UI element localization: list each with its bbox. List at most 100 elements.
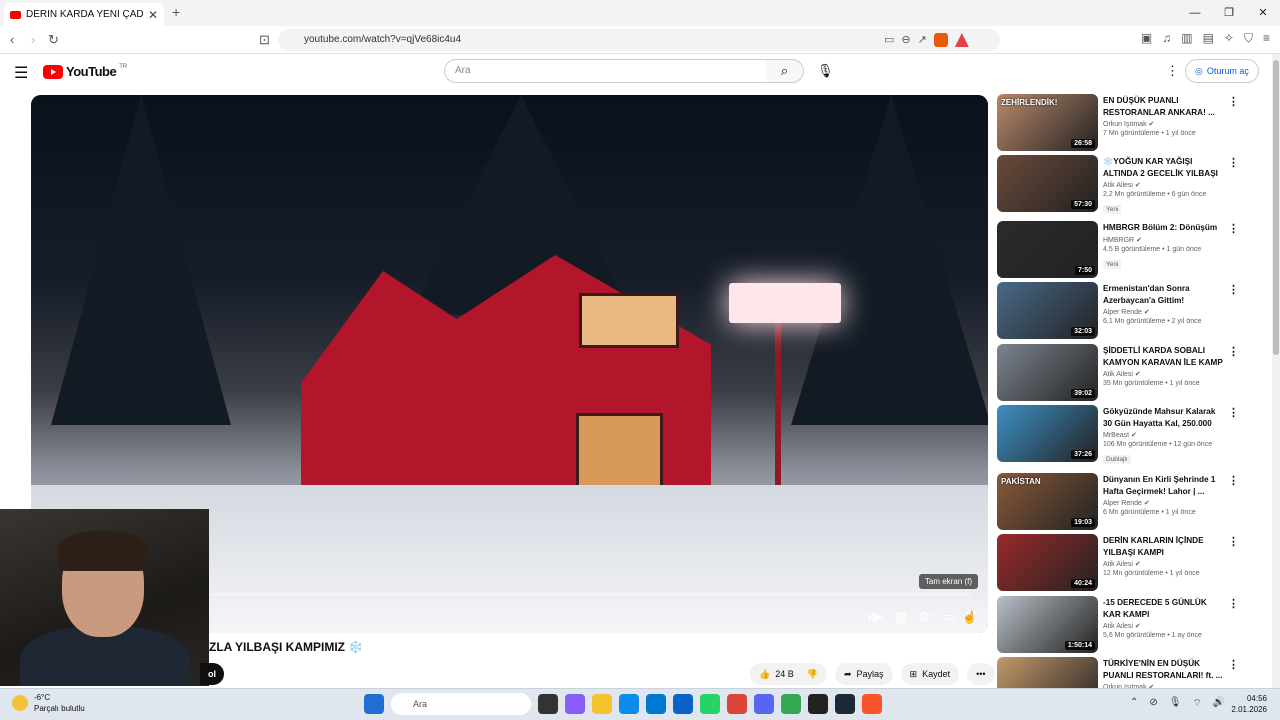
bookmark-icon[interactable]: ⊡ [259,32,270,48]
recommendation-item[interactable]: 57:30 ❄️YOĞUN KAR YAĞIŞI ALTINDA 2 GECEL… [997,155,1247,214]
windows-start-icon[interactable] [364,694,384,714]
steam-icon[interactable] [835,694,855,714]
brave-rewards-icon[interactable] [954,33,969,47]
chrome-profile-icon[interactable] [781,694,801,714]
weather-widget[interactable]: -6°C Parçalı bulutlu [12,692,85,714]
more-options-icon[interactable]: ⋮ [1228,535,1239,548]
tray-overflow-icon[interactable]: ⌃ [1130,697,1138,710]
signin-button[interactable]: ◎ Oturum aç [1185,59,1259,83]
recommendation-title[interactable]: -15 DERECEDE 5 GÜNLÜK KAR KAMPI [1103,597,1223,620]
file-explorer-icon[interactable] [592,694,612,714]
network-icon[interactable]: ⊘ [1149,697,1157,710]
recommendation-title[interactable]: Gökyüzünde Mahsur Kalarak 30 Gün Hayatta… [1103,406,1223,429]
more-options-icon[interactable]: ⋮ [1228,283,1239,296]
more-options-icon[interactable]: ⋮ [1228,222,1239,235]
recommendation-channel[interactable]: Atik Ailesi ✔ [1103,622,1223,630]
recommendation-item[interactable]: ZEHİRLENDİK! 26:58 EN DÜŞÜK PUANLI RESTO… [997,94,1247,152]
recommendation-channel[interactable]: Orkun Işıtmak ✔ [1103,120,1223,128]
leo-icon[interactable]: ✧ [1224,31,1234,46]
more-options-icon[interactable]: ⋮ [1228,658,1239,671]
save-button[interactable]: ⊞ Kaydet [900,663,960,685]
more-options-icon[interactable]: ⋮ [1228,156,1239,169]
edge-icon[interactable] [619,694,639,714]
recommendation-item[interactable]: 39:02 ŞİDDETLİ KARDA SOBALI KAMYON KARAV… [997,344,1247,402]
obs-icon[interactable] [808,694,828,714]
minimize-button[interactable]: — [1178,0,1212,26]
guide-menu-icon[interactable]: ☰ [14,63,28,83]
recommendation-channel[interactable]: Alper Rende ✔ [1103,308,1223,316]
recommendation-title[interactable]: EN DÜŞÜK PUANLI RESTORANLAR ANKARA! ... [1103,95,1223,118]
recommendation-title[interactable]: TÜRKİYE'NİN EN DÜŞÜK PUANLI RESTORANLARI… [1103,658,1223,681]
recommendation-item[interactable]: 32:03 Ermenistan'dan Sonra Azerbaycan'a … [997,282,1247,340]
theater-mode-icon[interactable]: ▭ [943,609,955,625]
close-window-button[interactable]: ✕ [1246,0,1280,26]
volume-icon[interactable]: 🔊 [1213,697,1225,710]
search-button[interactable]: ⌕ [766,59,804,83]
video-thumbnail[interactable]: 1:50:14 [997,596,1098,653]
brave-shields-icon[interactable] [933,33,948,47]
whatsapp-icon[interactable] [700,694,720,714]
brave-icon[interactable] [862,694,882,714]
recommendation-channel[interactable]: Atik Ailesi ✔ [1103,181,1223,189]
task-view-icon[interactable] [538,694,558,714]
more-options-icon[interactable]: ⋮ [1228,406,1239,419]
recommendation-title[interactable]: HMBRGR Bölüm 2: Dönüşüm [1103,222,1223,234]
video-thumbnail[interactable]: ZEHİRLENDİK! 26:58 [997,94,1098,151]
back-icon[interactable]: ‹ [10,32,14,47]
browser-tab[interactable]: DERİN KARDA YENİ ÇADIRIMIZLA YILBAŞI KAM… [4,3,164,26]
more-options-icon[interactable]: ⋮ [1228,474,1239,487]
zoom-icon[interactable]: ⊖ [901,29,910,51]
chrome-icon[interactable] [727,694,747,714]
recommendation-title[interactable]: ŞİDDETLİ KARDA SOBALI KAMYON KARAVAN İLE… [1103,345,1223,368]
recommendation-channel[interactable]: MrBeast ✔ [1103,431,1223,439]
video-thumbnail[interactable]: 37:26 [997,405,1098,462]
more-options-icon[interactable]: ⋮ [1228,345,1239,358]
recommendation-channel[interactable]: Atik Ailesi ✔ [1103,370,1223,378]
sidebar-icon[interactable]: ▥ [1181,31,1192,46]
video-thumbnail[interactable]: 7:50 [997,221,1098,278]
recommendation-item[interactable]: 37:26 Gökyüzünde Mahsur Kalarak 30 Gün H… [997,405,1247,464]
copilot-icon[interactable] [565,694,585,714]
scrollbar-thumb[interactable] [1273,60,1279,355]
recommendation-channel[interactable]: HMBRGR ✔ [1103,236,1223,244]
taskbar-search[interactable]: Ara [391,693,531,715]
share-icon[interactable]: ↗ [918,29,927,51]
channel-button[interactable]: ol [200,663,224,685]
subtitles-icon[interactable]: ▤ [895,609,907,625]
search-input[interactable]: Ara [444,59,767,83]
reload-icon[interactable]: ↻ [48,32,59,48]
progress-bar[interactable] [211,593,971,596]
clock[interactable]: 04:56 2.01.2026 [1225,693,1267,715]
recommendation-item[interactable]: 40:24 DERİN KARLARIN İÇİNDE YILBAŞI KAMP… [997,534,1247,592]
like-button[interactable]: 👍 24 B 👎 [750,663,827,685]
more-options-icon[interactable]: ⋮ [1228,597,1239,610]
more-options-icon[interactable]: ⋮ [1228,95,1239,108]
autoplay-toggle[interactable]: ◑▶ [865,609,883,625]
youtube-logo[interactable]: YouTube TR [43,64,127,79]
cast-icon[interactable]: ▭ [884,29,894,51]
wallet-icon[interactable]: ▤ [1203,31,1214,46]
new-tab-button[interactable]: + [172,4,180,20]
video-thumbnail[interactable]: 39:02 [997,344,1098,401]
store-icon[interactable] [646,694,666,714]
recommendation-title[interactable]: Ermenistan'dan Sonra Azerbaycan'a Gittim… [1103,283,1223,306]
mic-icon[interactable]: 🎙 [1169,697,1182,710]
settings-gear-icon[interactable]: ⚙ [919,609,931,625]
tab-search-icon[interactable]: ▣ [1141,31,1152,46]
recommendation-channel[interactable]: Alper Rende ✔ [1103,499,1223,507]
media-icon[interactable]: ♫ [1162,31,1171,46]
voice-search-icon[interactable]: 🎙 [817,63,834,79]
wifi-icon[interactable]: ⌔ [1192,697,1201,710]
discord-icon[interactable] [754,694,774,714]
close-tab-icon[interactable]: ✕ [148,8,158,22]
video-thumbnail[interactable]: 32:03 [997,282,1098,339]
outlook-icon[interactable] [673,694,693,714]
recommendation-item[interactable]: 7:50 HMBRGR Bölüm 2: Dönüşüm HMBRGR ✔ 4,… [997,221,1247,279]
vpn-icon[interactable]: ⛉ [1244,31,1253,46]
recommendation-channel[interactable]: Atik Ailesi ✔ [1103,560,1223,568]
video-thumbnail[interactable]: 40:24 [997,534,1098,591]
recommendation-item[interactable]: 1:50:14 -15 DERECEDE 5 GÜNLÜK KAR KAMPI … [997,596,1247,654]
recommendation-item[interactable]: PAKİSTAN 19:03 Dünyanın En Kirli Şehrind… [997,473,1247,531]
menu-icon[interactable]: ≡ [1263,31,1270,46]
video-thumbnail[interactable]: PAKİSTAN 19:03 [997,473,1098,530]
